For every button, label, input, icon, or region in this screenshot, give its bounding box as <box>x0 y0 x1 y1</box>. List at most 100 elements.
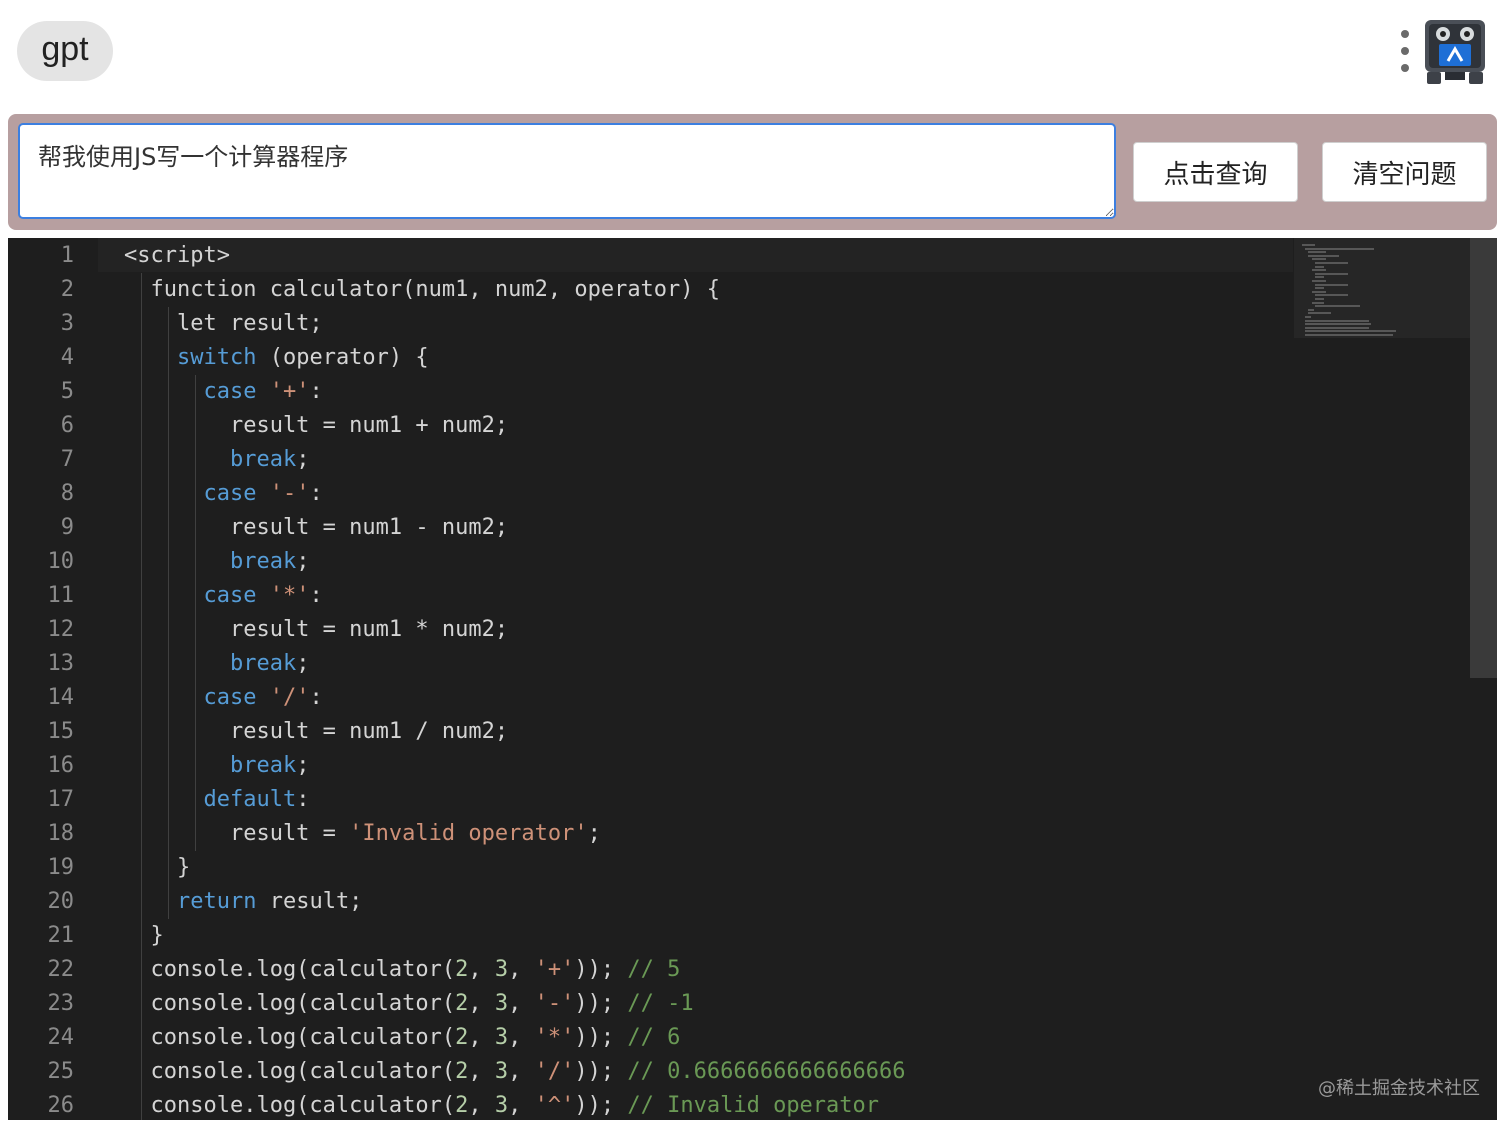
line-number: 21 <box>47 923 75 948</box>
minimap-line <box>1305 326 1370 329</box>
code-token: break <box>229 651 297 676</box>
line-number: 26 <box>47 1093 75 1118</box>
code-token: )); <box>574 1059 628 1084</box>
code-line: console.log(calculator(2, 3, '-')); // -… <box>124 987 693 1021</box>
line-number: 4 <box>60 345 74 370</box>
code-token: 3 <box>494 1059 509 1084</box>
code-token: '+' <box>534 957 575 982</box>
minimap-line <box>1305 319 1370 322</box>
code-token: '-' <box>269 481 310 506</box>
minimap-line <box>1308 251 1326 254</box>
minimap-line <box>1311 290 1326 293</box>
code-token: console.log(calculator( <box>124 957 456 982</box>
code-token: )); <box>574 1025 628 1050</box>
line-number: 23 <box>47 991 75 1016</box>
menu-dot <box>1401 64 1409 72</box>
kebab-menu-icon[interactable] <box>1393 28 1417 74</box>
code-token: , <box>508 1093 535 1118</box>
code-token: 2 <box>455 1025 469 1050</box>
code-line: console.log(calculator(2, 3, '^')); // I… <box>124 1089 879 1120</box>
code-token: ; <box>296 447 310 472</box>
minimap-line <box>1314 298 1325 300</box>
code-line: switch (operator) { <box>124 341 429 375</box>
code-token: result; <box>256 889 363 914</box>
code-token: 3 <box>494 991 509 1016</box>
line-number: 16 <box>47 753 75 778</box>
line-number: 17 <box>47 787 75 812</box>
code-token: '/' <box>534 1059 575 1084</box>
code-token: break <box>229 447 297 472</box>
minimap-line <box>1314 272 1349 275</box>
minimap-line <box>1314 265 1325 268</box>
code-token: (operator) { <box>256 345 429 370</box>
code-token: : <box>309 685 323 710</box>
code-line: console.log(calculator(2, 3, '/')); // 0… <box>124 1055 906 1089</box>
line-number: 19 <box>47 855 75 880</box>
line-number: 20 <box>47 889 75 914</box>
code-editor[interactable]: 1 2 3 4 5 6 7 8 9 10 11 12 13 14 15 16 17 18 19 20 21 22 23 24 2… <box>8 238 1497 1120</box>
code-token: break <box>229 753 297 778</box>
code-token: , <box>468 1093 495 1118</box>
code-token: 2 <box>455 957 469 982</box>
code-token: , <box>468 957 495 982</box>
line-number: 11 <box>47 583 75 608</box>
code-token: let result; <box>124 311 323 336</box>
line-number: 2 <box>60 277 74 302</box>
code-token: : <box>296 787 310 812</box>
code-token: 2 <box>455 1059 469 1084</box>
indent-guide <box>141 273 143 1120</box>
code-line: case '+': <box>124 375 322 409</box>
line-number: 10 <box>47 549 75 574</box>
code-token: , <box>468 991 495 1016</box>
code-token: // 6 <box>627 1025 681 1050</box>
minimap-line <box>1314 305 1360 308</box>
code-token: 3 <box>494 957 509 982</box>
minimap-line <box>1308 254 1339 257</box>
minimap-line <box>1314 283 1349 286</box>
code-line: function calculator(num1, num2, operator… <box>124 273 720 307</box>
code-token: '-' <box>534 991 575 1016</box>
minimap[interactable] <box>1294 238 1470 338</box>
code-token: '^' <box>534 1093 575 1118</box>
code-token: : <box>309 481 323 506</box>
line-number: 12 <box>47 617 75 642</box>
code-token: return <box>176 889 257 914</box>
code-line: return result; <box>124 885 362 919</box>
code-line: } <box>124 851 190 885</box>
code-token: ; <box>296 651 310 676</box>
line-number: 13 <box>47 651 75 676</box>
minimap-line <box>1302 244 1315 246</box>
minimap-line <box>1311 269 1326 272</box>
code-token: , <box>468 1025 495 1050</box>
code-token: console.log(calculator( <box>124 991 456 1016</box>
minimap-line <box>1314 294 1349 297</box>
code-line: result = num1 - num2; <box>124 511 508 545</box>
code-token: ; <box>296 753 310 778</box>
code-token: function calculator(num1, num2, operator… <box>124 277 721 302</box>
question-input[interactable] <box>18 123 1116 219</box>
scrollbar-thumb[interactable] <box>1470 238 1497 678</box>
minimap-line <box>1305 323 1371 326</box>
minimap-line <box>1311 258 1326 261</box>
minimap-line <box>1314 287 1325 290</box>
indent-guide <box>195 375 197 851</box>
line-number: 14 <box>47 685 75 710</box>
clear-question-button[interactable]: 清空问题 <box>1322 142 1487 202</box>
submit-query-button[interactable]: 点击查询 <box>1133 142 1298 202</box>
code-line: case '-': <box>124 477 323 511</box>
code-token: result = <box>124 821 350 846</box>
app-name-badge[interactable]: gpt <box>17 21 113 81</box>
code-token: 2 <box>455 1093 469 1118</box>
robot-avatar-icon[interactable] <box>1421 14 1489 86</box>
code-line: default: <box>124 783 309 817</box>
code-token: // 0.6666666666666666 <box>627 1059 906 1084</box>
line-number: 3 <box>60 311 74 336</box>
code-line: } <box>124 919 163 953</box>
code-token: )); <box>574 1093 628 1118</box>
